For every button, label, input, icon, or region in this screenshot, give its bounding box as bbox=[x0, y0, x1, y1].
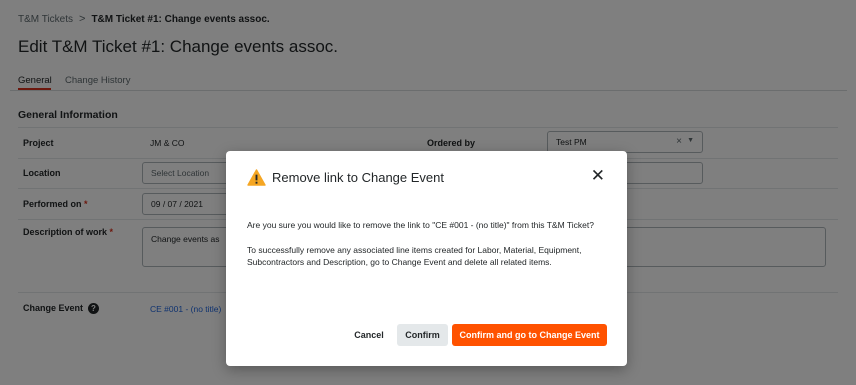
close-icon[interactable]: ✕ bbox=[591, 167, 605, 184]
confirm-button[interactable]: Confirm bbox=[397, 324, 448, 346]
dialog-paragraph: Are you sure you would like to remove th… bbox=[247, 220, 594, 230]
dialog-paragraph: To successfully remove any associated li… bbox=[247, 244, 582, 268]
dialog-body: Are you sure you would like to remove th… bbox=[247, 219, 609, 281]
dialog-title: Remove link to Change Event bbox=[272, 170, 444, 185]
cancel-button[interactable]: Cancel bbox=[348, 324, 390, 346]
warning-icon bbox=[247, 169, 266, 186]
confirm-and-go-button[interactable]: Confirm and go to Change Event bbox=[452, 324, 607, 346]
remove-link-dialog: Remove link to Change Event ✕ Are you su… bbox=[226, 151, 627, 366]
